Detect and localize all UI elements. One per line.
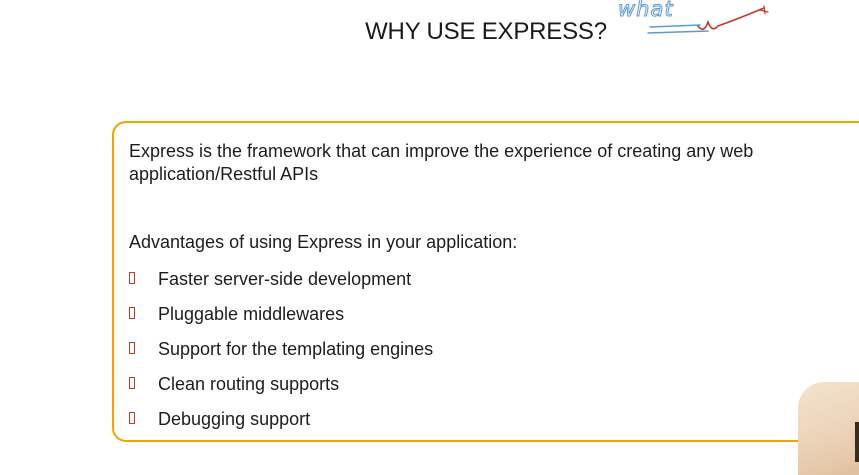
annotation-red-scribble	[697, 7, 765, 30]
annotation-handwritten-word: what	[618, 0, 674, 21]
annotation-blue-underline	[649, 24, 701, 28]
bullet-box-icon	[129, 307, 135, 319]
presenter-video-thumbnail	[798, 382, 859, 475]
advantage-text: Pluggable middlewares	[158, 304, 345, 324]
bullet-box-icon	[129, 272, 135, 284]
bullet-box-icon	[129, 342, 135, 354]
content-box: Express is the framework that can improv…	[112, 121, 859, 442]
advantage-text: Faster server-side development	[158, 269, 412, 289]
bullet-box-icon	[129, 377, 135, 389]
advantage-text: Debugging support	[158, 409, 311, 429]
handwritten-annotation: what	[618, 0, 769, 34]
advantage-text: Clean routing supports	[158, 374, 340, 394]
advantage-text: Support for the templating engines	[158, 339, 434, 359]
bullet-box-icon	[129, 412, 135, 424]
annotation-blue-underline-2	[647, 30, 709, 34]
annotation-red-mark	[759, 5, 769, 15]
intro-text: Express is the framework that can improv…	[129, 141, 754, 184]
advantages-heading: Advantages of using Express in your appl…	[129, 232, 518, 252]
